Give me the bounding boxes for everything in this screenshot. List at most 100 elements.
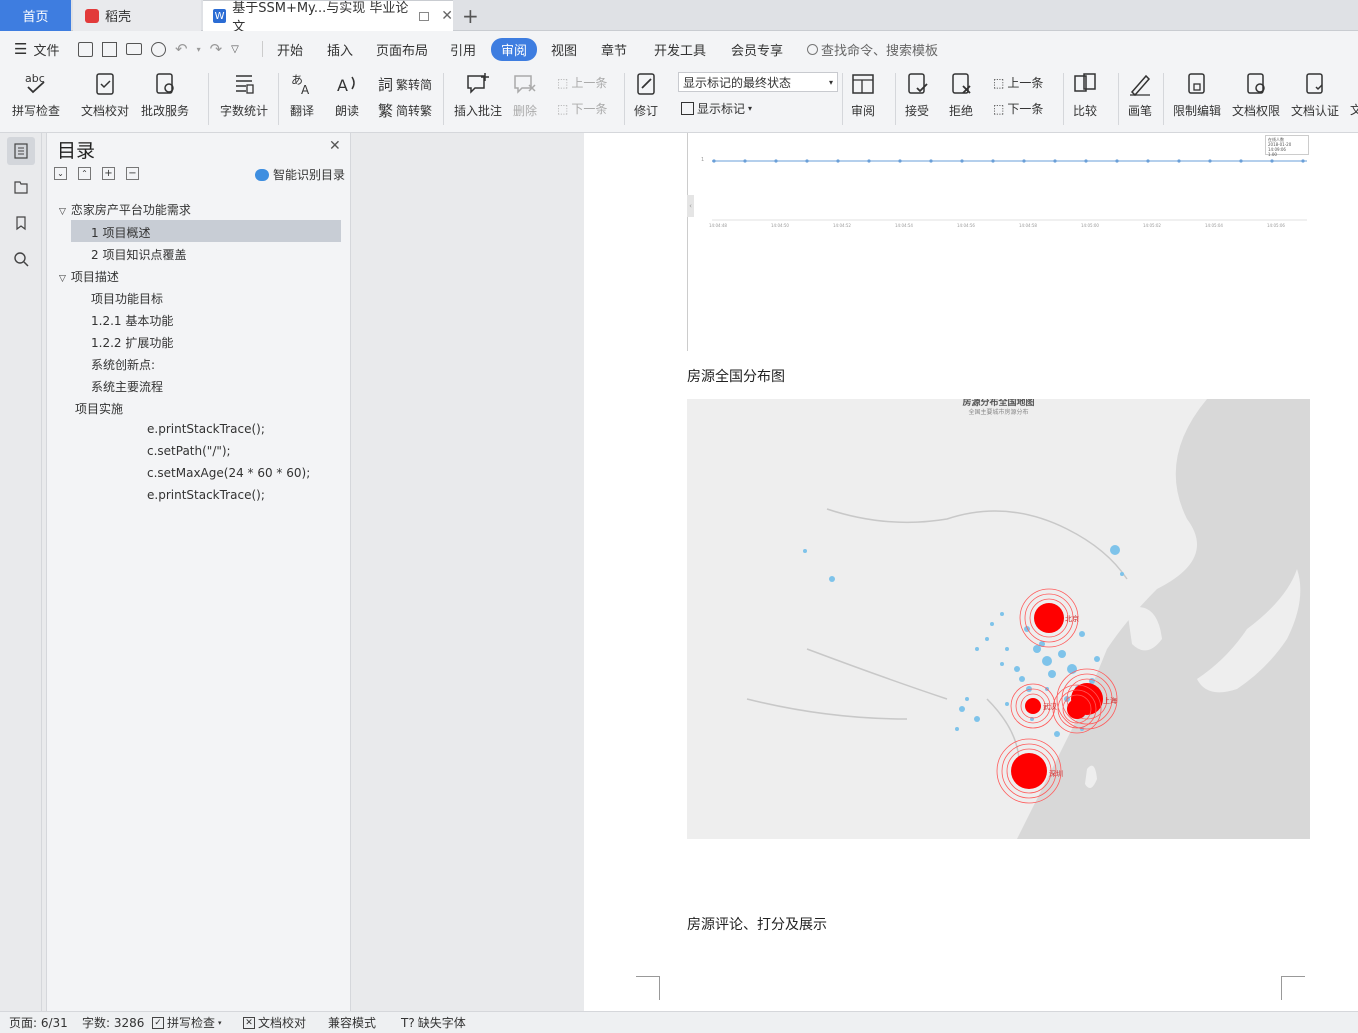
next-change-button[interactable]: ⬚ 下一条 bbox=[993, 100, 1043, 117]
accept-button[interactable]: 接受 bbox=[904, 71, 930, 119]
ribbon-separator bbox=[443, 73, 444, 125]
chart-x-tick: 14:04:56 bbox=[957, 223, 975, 228]
print-preview-icon[interactable] bbox=[151, 41, 166, 57]
redo-icon[interactable]: ↷ bbox=[210, 40, 223, 58]
toc-item[interactable]: 系统创新点: bbox=[91, 356, 155, 373]
close-tab-icon[interactable]: ✕ bbox=[441, 8, 453, 24]
print-icon[interactable] bbox=[126, 43, 142, 55]
next-comment-button[interactable]: ⬚ 下一条 bbox=[557, 100, 607, 117]
toc-item-label: 项目实施 bbox=[75, 402, 124, 416]
proof-status[interactable]: ✕ 文档校对 bbox=[243, 1014, 306, 1031]
doc-proof-button[interactable]: 文档校对 bbox=[81, 71, 129, 119]
toc-item[interactable]: 1.2.2 扩展功能 bbox=[91, 334, 173, 351]
chapter-nav-icon[interactable] bbox=[7, 173, 35, 201]
export-pdf-icon[interactable] bbox=[102, 41, 117, 57]
word-count-status[interactable]: 字数: 3286 bbox=[82, 1014, 144, 1031]
city-dot bbox=[1054, 731, 1060, 737]
search-icon[interactable] bbox=[7, 245, 35, 273]
doc-cert-button[interactable]: 文档认证 bbox=[1291, 71, 1339, 119]
city-dot bbox=[1120, 572, 1124, 576]
command-search[interactable]: 查找命令、搜索模板 bbox=[807, 40, 938, 59]
spell-status[interactable]: ✓ 拼写检查 ▾ bbox=[152, 1014, 222, 1031]
toc-item[interactable]: c.setMaxAge(24 * 60 * 60); bbox=[147, 466, 310, 480]
toc-item-selected[interactable]: 1 项目概述 bbox=[71, 220, 341, 242]
smart-toc-button[interactable]: 智能识别目录 bbox=[255, 166, 345, 183]
collapse-arrow-icon[interactable]: ▽ bbox=[59, 207, 66, 217]
compare-button[interactable]: 比较 bbox=[1072, 71, 1098, 119]
toc-item[interactable]: ▽ 恋家房产平台功能需求 bbox=[59, 201, 191, 218]
expand-all-icon[interactable]: ⌄ bbox=[54, 167, 67, 180]
batch-service-button[interactable]: 批改服务 bbox=[141, 71, 189, 119]
chevron-down-icon: ▾ bbox=[828, 77, 833, 87]
word-count-button[interactable]: 字数统计 bbox=[220, 71, 268, 119]
toc-item[interactable]: c.setPath("/"); bbox=[147, 444, 231, 458]
menu-tab-layout[interactable]: 页面布局 bbox=[376, 40, 428, 59]
toc-item-label: 1.2.2 扩展功能 bbox=[91, 336, 174, 350]
menu-tab-reference[interactable]: 引用 bbox=[450, 40, 476, 59]
translate-button[interactable]: あA 翻译 bbox=[289, 71, 315, 119]
bookmark-icon[interactable] bbox=[7, 209, 35, 237]
more-ribbon-button[interactable]: 文 bbox=[1350, 101, 1358, 118]
menu-tab-devtools[interactable]: 开发工具 bbox=[654, 40, 706, 59]
toc-item[interactable]: 1.2.1 基本功能 bbox=[91, 312, 173, 329]
doc-permission-icon bbox=[1247, 73, 1265, 94]
toc-item[interactable]: e.printStackTrace(); bbox=[147, 488, 265, 502]
reject-button[interactable]: 拒绝 bbox=[948, 71, 974, 119]
toc-item[interactable]: 项目功能目标 bbox=[91, 290, 163, 307]
review-pane-button[interactable]: 审阅 bbox=[850, 71, 876, 119]
toc-item-label: c.setPath("/"); bbox=[147, 444, 231, 458]
city-dot bbox=[1110, 545, 1120, 555]
window-mode-icon[interactable] bbox=[418, 11, 430, 21]
tab-home[interactable]: 首页 bbox=[0, 0, 71, 31]
toc-item[interactable]: ▽ 项目描述 bbox=[59, 268, 119, 285]
collapse-all-icon[interactable]: ⌃ bbox=[78, 167, 91, 180]
spell-check-button[interactable]: abc 拼写检查 bbox=[12, 71, 60, 119]
doc-permission-button[interactable]: 文档权限 bbox=[1232, 71, 1280, 119]
restrict-edit-button[interactable]: 限制编辑 bbox=[1173, 71, 1221, 119]
menu-tab-view[interactable]: 视图 bbox=[551, 40, 577, 59]
insert-comment-button[interactable]: 插入批注 bbox=[454, 71, 502, 119]
menu-tab-start[interactable]: 开始 bbox=[277, 40, 303, 59]
prev-change-button[interactable]: ⬚ 上一条 bbox=[993, 74, 1043, 91]
toc-item[interactable]: 系统主要流程 bbox=[91, 378, 163, 395]
delete-comment-button[interactable]: 删除 bbox=[512, 71, 538, 119]
tab-document[interactable]: W 基于SSM+My...与实现 毕业论文 ✕ bbox=[203, 0, 453, 35]
save-icon[interactable] bbox=[78, 41, 93, 57]
toc-item-label: 项目描述 bbox=[70, 270, 119, 284]
line-point bbox=[1239, 159, 1243, 163]
missing-font-status[interactable]: T? 缺失字体 bbox=[401, 1014, 466, 1031]
city-dot bbox=[1005, 647, 1009, 651]
trad-to-simple-button[interactable]: 詞繁转简 bbox=[378, 74, 432, 95]
customize-qat-icon[interactable]: ▽ bbox=[231, 44, 239, 55]
menu-tab-chapter[interactable]: 章节 bbox=[601, 40, 627, 59]
markup-state-select[interactable]: 显示标记的最终状态 ▾ bbox=[678, 72, 838, 92]
prev-comment-button[interactable]: ⬚ 上一条 bbox=[557, 74, 607, 91]
toc-item[interactable]: 2 项目知识点覆盖 bbox=[91, 246, 186, 263]
track-changes-button[interactable]: 修订 bbox=[633, 71, 659, 119]
next-comment-label: 下一条 bbox=[571, 102, 608, 116]
tab-daoke[interactable]: 稻壳 bbox=[73, 0, 201, 31]
remove-level-icon[interactable]: − bbox=[126, 167, 139, 180]
menu-tab-member[interactable]: 会员专享 bbox=[731, 40, 783, 59]
add-level-icon[interactable]: + bbox=[102, 167, 115, 180]
toc-item[interactable]: 项目实施 bbox=[75, 400, 123, 417]
accept-icon bbox=[908, 73, 928, 94]
trad-simple-icon: 詞 bbox=[378, 76, 394, 94]
collapse-arrow-icon[interactable]: ▽ bbox=[59, 274, 66, 284]
toc-item[interactable]: e.printStackTrace(); bbox=[147, 422, 265, 436]
undo-icon[interactable]: ↶ bbox=[175, 40, 188, 58]
taiwan-shape bbox=[1085, 765, 1097, 788]
pen-button[interactable]: 画笔 bbox=[1127, 71, 1153, 119]
page-indicator[interactable]: 页面: 6/31 bbox=[9, 1014, 68, 1031]
close-icon[interactable]: ✕ bbox=[329, 138, 341, 154]
menu-tab-review[interactable]: 审阅 bbox=[491, 37, 538, 61]
file-menu[interactable]: ☰ 文件 bbox=[14, 40, 59, 59]
menu-tab-insert[interactable]: 插入 bbox=[327, 40, 353, 59]
undo-dropdown-icon[interactable]: ▾ bbox=[197, 45, 201, 54]
new-tab-button[interactable]: + bbox=[462, 0, 482, 31]
show-markup-button[interactable]: 显示标记 ▾ bbox=[681, 100, 752, 117]
read-aloud-button[interactable]: A 朗读 bbox=[334, 71, 360, 119]
toc-nav-icon[interactable] bbox=[7, 137, 35, 165]
simple-to-trad-button[interactable]: 繁简转繁 bbox=[378, 100, 432, 121]
show-markup-label: 显示标记 bbox=[697, 102, 746, 116]
